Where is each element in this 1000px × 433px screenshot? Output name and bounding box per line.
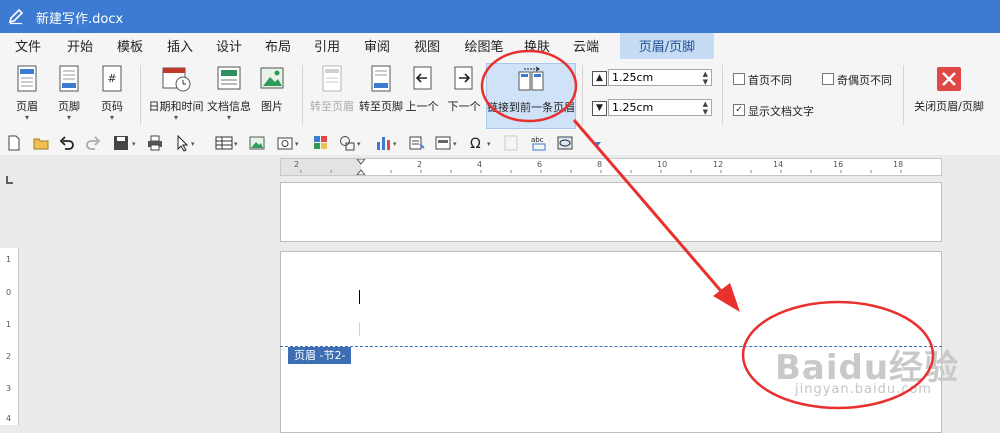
annotation-circle-link-button [480,49,578,123]
annotation-arrow-line [572,119,729,299]
annotation-circle-header-area [741,300,935,410]
annotation-overlay [480,49,935,410]
